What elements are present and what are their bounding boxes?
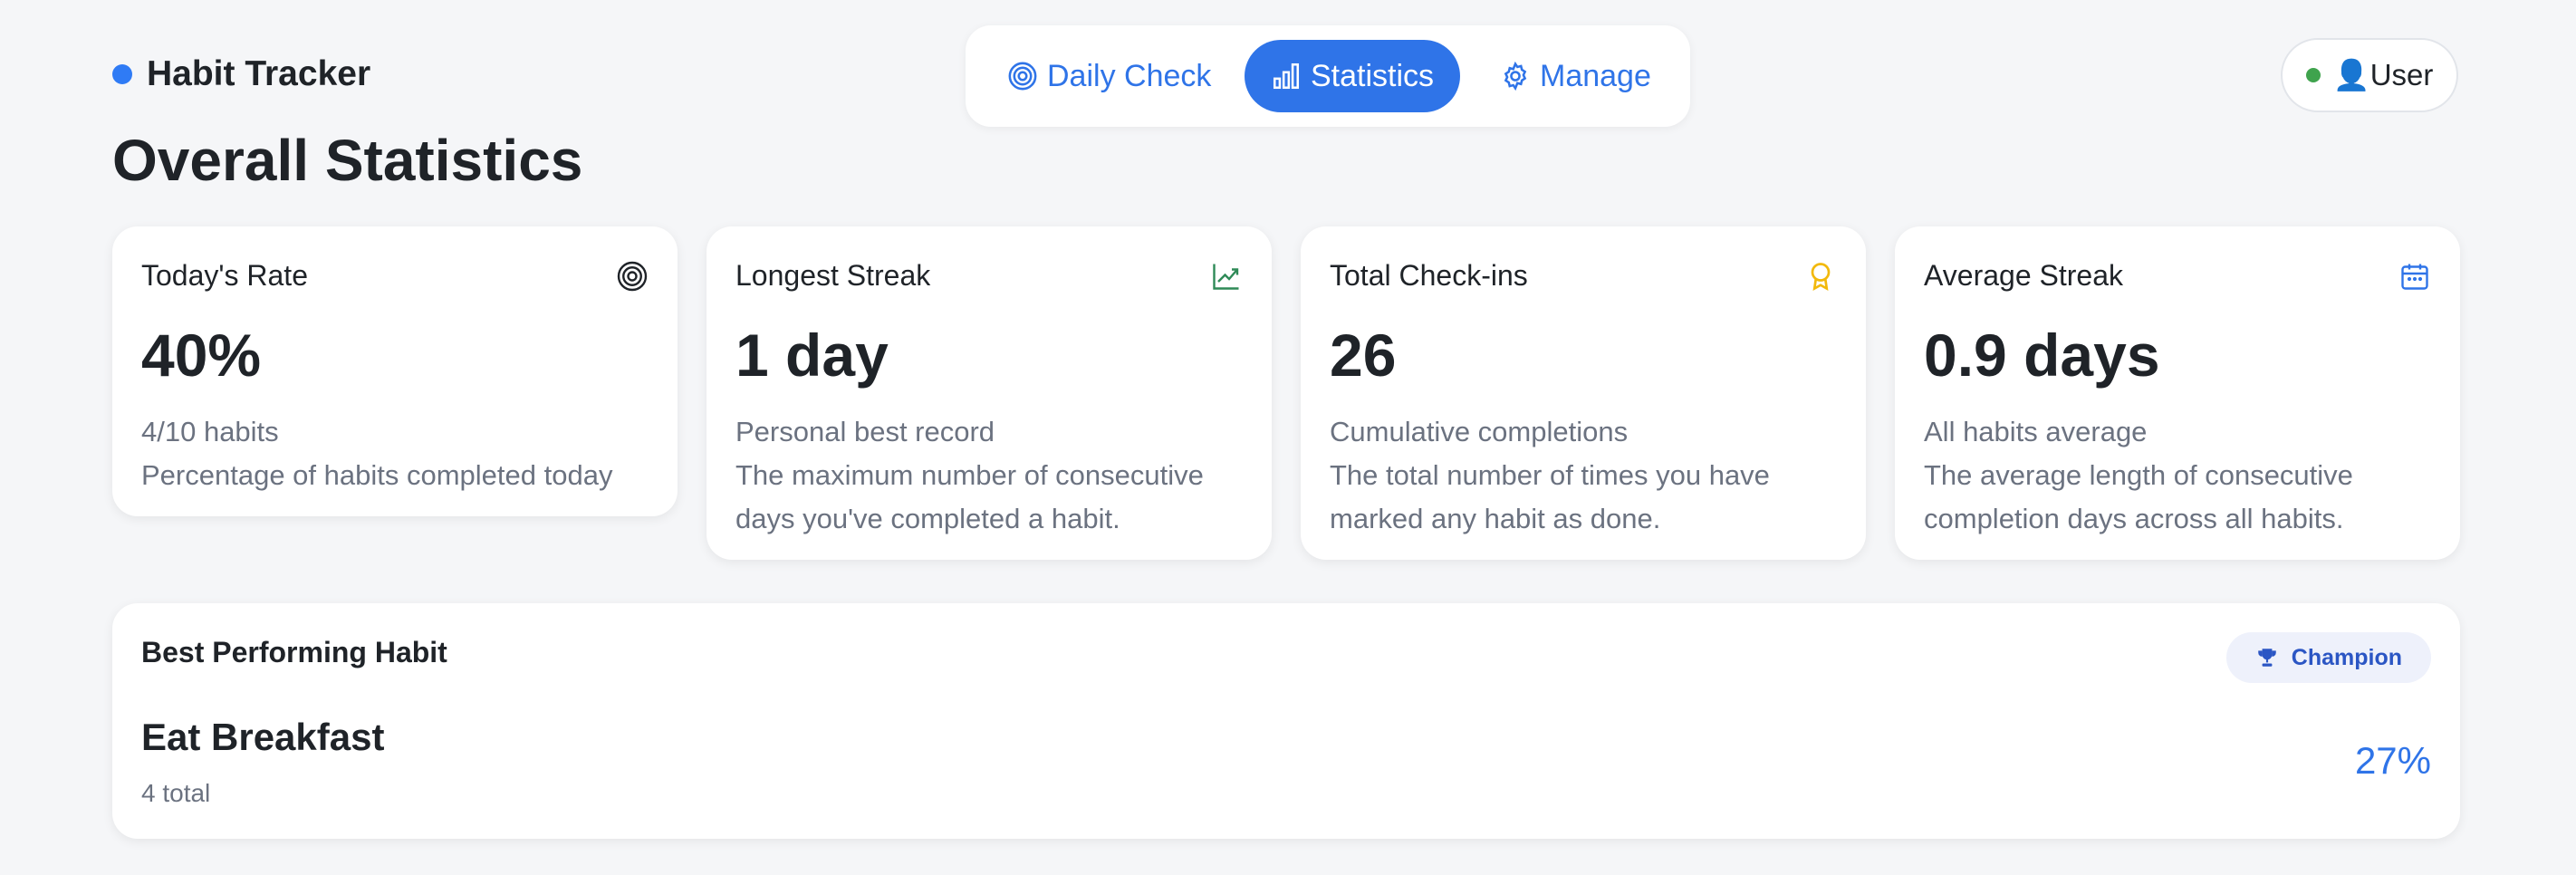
- stat-card-longest-streak: Longest Streak 1 day Personal best recor…: [706, 226, 1272, 560]
- tab-label: Daily Check: [1047, 58, 1212, 93]
- stat-description: The total number of times you have marke…: [1330, 459, 1770, 534]
- user-menu-button[interactable]: 👤User: [2281, 38, 2458, 112]
- stat-description: The average length of consecutive comple…: [1924, 459, 2353, 534]
- online-status-icon: [2305, 68, 2321, 82]
- stat-subtitle: 4/10 habits: [141, 416, 279, 447]
- stat-description: Percentage of habits completed today: [141, 459, 613, 491]
- best-habit-card: Best Performing Habit Champion Eat Break…: [112, 603, 2460, 839]
- app-brand: Habit Tracker: [112, 54, 370, 94]
- champion-badge: Champion: [2225, 632, 2431, 683]
- stat-value: 1 day: [735, 322, 889, 389]
- tab-statistics[interactable]: Statistics: [1245, 40, 1460, 112]
- target-icon: [1008, 62, 1037, 91]
- stat-subtitle: All habits average: [1924, 416, 2148, 447]
- stat-label: Longest Streak: [735, 259, 931, 292]
- brand-dot-icon: [112, 64, 132, 84]
- user-label: 👤User: [2332, 57, 2434, 91]
- calendar-icon: [2401, 264, 2428, 290]
- best-habit-percent: 27%: [2354, 739, 2431, 782]
- stat-label: Total Check-ins: [1330, 259, 1528, 292]
- stat-label: Average Streak: [1924, 259, 2123, 292]
- best-habit-name: Eat Breakfast: [141, 716, 385, 758]
- stat-value: 0.9 days: [1924, 322, 2160, 389]
- gear-icon: [1504, 61, 1527, 91]
- stat-card-average-streak: Average Streak 0.9 days All habits avera…: [1895, 226, 2460, 560]
- stat-value: 26: [1330, 322, 1397, 389]
- trophy-icon: [2258, 649, 2276, 667]
- stat-description: The maximum number of consecutive days y…: [735, 459, 1204, 534]
- tab-manage[interactable]: Manage: [1478, 40, 1673, 112]
- tab-label: Manage: [1540, 58, 1651, 93]
- bar-chart-icon: [1273, 62, 1299, 90]
- stat-card-total-checkins: Total Check-ins 26 Cumulative completion…: [1301, 226, 1866, 560]
- tab-label: Statistics: [1310, 58, 1435, 93]
- champion-label: Champion: [2291, 644, 2402, 670]
- stat-label: Today's Rate: [141, 259, 308, 292]
- best-habit-title: Best Performing Habit: [141, 636, 447, 668]
- trend-up-icon: [1213, 264, 1239, 290]
- stat-subtitle: Cumulative completions: [1330, 416, 1629, 447]
- award-icon: [1811, 262, 1831, 291]
- best-habit-total: 4 total: [141, 779, 211, 807]
- stat-value: 40%: [141, 322, 262, 389]
- tab-daily-check[interactable]: Daily Check: [985, 40, 1233, 112]
- stat-subtitle: Personal best record: [735, 416, 995, 447]
- page-title: Overall Statistics: [112, 128, 583, 193]
- stat-card-todays-rate: Today's Rate 40% 4/10 habits Percentage …: [112, 226, 678, 516]
- main-nav: Daily Check Statistics Manage: [966, 25, 1690, 127]
- app-title: Habit Tracker: [147, 54, 371, 93]
- target-icon: [617, 261, 648, 291]
